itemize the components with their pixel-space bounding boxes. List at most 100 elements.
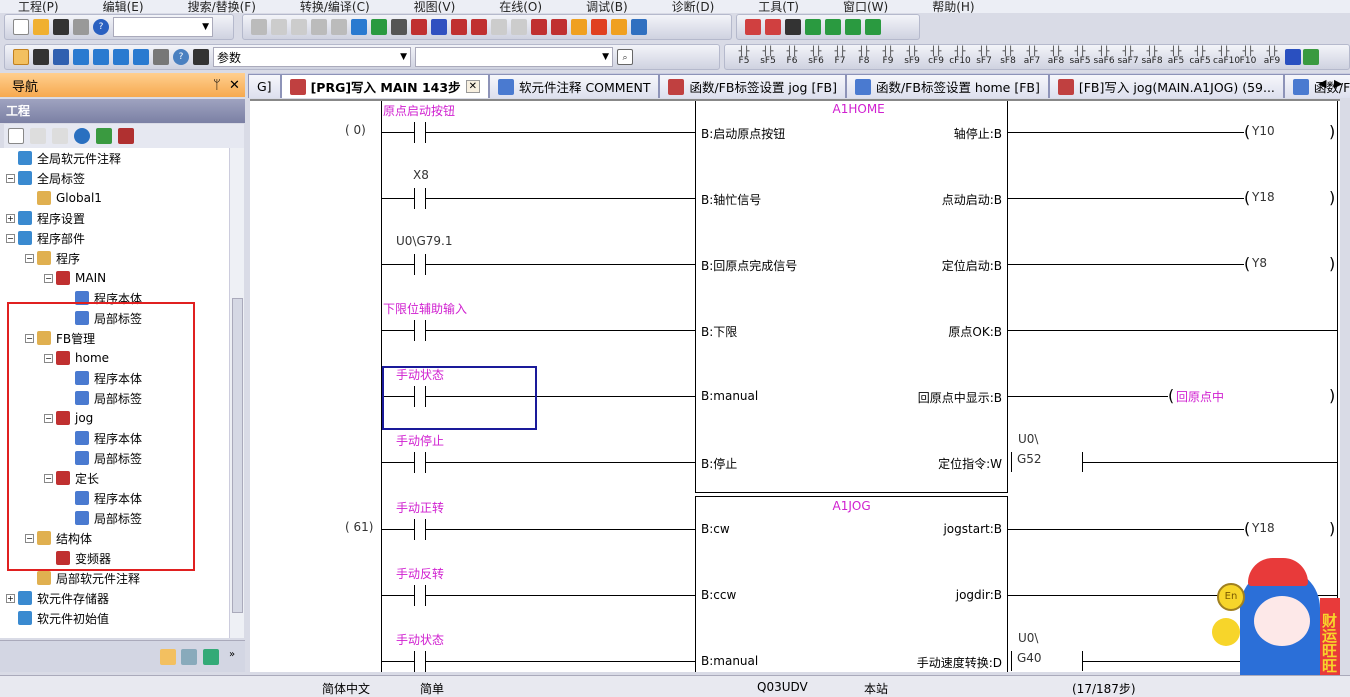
menu-item[interactable]: 转换/编译(C) bbox=[282, 1, 370, 13]
device-list-icon[interactable] bbox=[73, 49, 89, 65]
collapse-icon[interactable]: − bbox=[6, 173, 15, 183]
ladder-key-caf10[interactable]: ┤├ caF10 bbox=[1213, 48, 1240, 66]
tree-item[interactable]: + 程序设置 bbox=[6, 208, 85, 228]
edit-line-icon[interactable] bbox=[1303, 49, 1319, 65]
collapse-icon[interactable]: − bbox=[25, 253, 34, 263]
ladder-key-sf5[interactable]: ┤├ sF5 bbox=[757, 48, 779, 66]
scrollbar-thumb[interactable] bbox=[232, 298, 243, 613]
write-plc-icon[interactable] bbox=[431, 19, 447, 35]
find-icon[interactable] bbox=[471, 19, 487, 35]
tree-scrollbar[interactable] bbox=[229, 148, 244, 638]
timing-chart-icon[interactable] bbox=[785, 19, 801, 35]
menu-item[interactable]: 工具(T) bbox=[740, 1, 799, 13]
tree-item[interactable]: − 程序部件 bbox=[6, 228, 85, 248]
more-icon[interactable]: » bbox=[229, 649, 235, 660]
menu-item[interactable]: 编辑(E) bbox=[85, 1, 144, 13]
editor-tab[interactable]: 软元件注释 COMMENT bbox=[488, 74, 660, 98]
device-batch-icon[interactable] bbox=[531, 19, 547, 35]
tree-item[interactable]: − MAIN bbox=[44, 268, 106, 288]
tab-scroll-left-icon[interactable]: ◀ bbox=[1318, 77, 1326, 90]
device-table-icon[interactable] bbox=[113, 49, 129, 65]
redo-icon[interactable] bbox=[331, 19, 347, 35]
contact-no[interactable] bbox=[414, 122, 426, 143]
tab-close-icon[interactable]: ✕ bbox=[465, 80, 480, 93]
ladder-key-saf7[interactable]: ┤├ saF7 bbox=[1117, 48, 1139, 66]
help-search-icon[interactable]: ? bbox=[173, 49, 189, 65]
sort-icon[interactable] bbox=[118, 128, 134, 144]
ladder-key-af9[interactable]: ┤├ aF9 bbox=[1261, 48, 1283, 66]
ladder-key-f6[interactable]: ┤├ F6 bbox=[781, 48, 803, 66]
expand-icon[interactable]: + bbox=[6, 213, 15, 223]
tree-item[interactable]: 全局软元件注释 bbox=[6, 148, 121, 168]
navigation-toggle-icon[interactable] bbox=[13, 49, 29, 65]
open-folder-icon[interactable] bbox=[33, 19, 49, 35]
coil-device[interactable]: Y8 bbox=[1252, 256, 1267, 270]
contact-no[interactable] bbox=[414, 188, 426, 209]
menu-item[interactable]: 诊断(D) bbox=[654, 1, 715, 13]
pin-icon[interactable]: ᛘ bbox=[213, 78, 221, 93]
contact-no[interactable] bbox=[414, 651, 426, 672]
ladder-key-sf9[interactable]: ┤├ sF9 bbox=[901, 48, 923, 66]
ladder-key-af5[interactable]: ┤├ aF5 bbox=[1165, 48, 1187, 66]
menu-item[interactable]: 调试(B) bbox=[568, 1, 628, 13]
contact-coil-search-icon[interactable] bbox=[391, 19, 407, 35]
ladder-key-saf5[interactable]: ┤├ saF5 bbox=[1069, 48, 1091, 66]
ladder-key-f9[interactable]: ┤├ F9 bbox=[877, 48, 899, 66]
collapse-icon[interactable]: − bbox=[44, 273, 53, 283]
monitor-all-icon[interactable] bbox=[865, 19, 881, 35]
editor-tab[interactable]: 函数/FB标签设置 jog [FB] bbox=[659, 74, 846, 98]
paste-icon[interactable] bbox=[291, 19, 307, 35]
undo-icon[interactable] bbox=[311, 19, 327, 35]
editor-tab[interactable]: 函数/FB标签设置 home [FB] bbox=[845, 74, 1049, 98]
tree-item[interactable]: + 软元件存储器 bbox=[6, 588, 109, 608]
convert-online-icon[interactable] bbox=[611, 19, 627, 35]
ladder-key-f8[interactable]: ┤├ F8 bbox=[853, 48, 875, 66]
ladder-editor[interactable]: A1HOME ( 0) 原点启动按钮 B:启动原点按钮 轴停止:B () Y10 X8 B:轴忙… bbox=[250, 99, 1340, 672]
coil-device[interactable]: 回原点中 bbox=[1176, 388, 1224, 405]
toolbar-dropdown[interactable]: ▼ bbox=[113, 17, 213, 37]
contact-no[interactable] bbox=[414, 320, 426, 341]
add-new-data-icon[interactable] bbox=[8, 128, 24, 144]
monitor-start-icon[interactable] bbox=[805, 19, 821, 35]
ladder-key-af8[interactable]: ┤├ aF8 bbox=[1045, 48, 1067, 66]
menu-item[interactable]: 帮助(H) bbox=[914, 1, 974, 13]
contact-no[interactable] bbox=[414, 519, 426, 540]
convert-icon[interactable] bbox=[571, 19, 587, 35]
simulation-stop-icon[interactable] bbox=[765, 19, 781, 35]
device-edit-icon[interactable] bbox=[551, 19, 567, 35]
ladder-key-f10[interactable]: ┤├ F10 bbox=[1237, 48, 1259, 66]
read-plc-icon[interactable] bbox=[411, 19, 427, 35]
refresh-icon[interactable] bbox=[96, 128, 112, 144]
ladder-key-f7[interactable]: ┤├ F7 bbox=[829, 48, 851, 66]
help-icon[interactable]: ? bbox=[93, 19, 109, 35]
verify-icon[interactable] bbox=[451, 19, 467, 35]
property-icon[interactable] bbox=[74, 128, 90, 144]
ladder-key-cf9[interactable]: ┤├ cF9 bbox=[925, 48, 947, 66]
binoculars-icon[interactable] bbox=[193, 49, 209, 65]
tab-scroll-right-icon[interactable]: ▶ bbox=[1334, 77, 1342, 90]
contact-no[interactable] bbox=[414, 452, 426, 473]
tree-item[interactable]: − 程序 bbox=[25, 248, 80, 268]
ladder-key-sf6[interactable]: ┤├ sF6 bbox=[805, 48, 827, 66]
search-page-icon[interactable]: ⌕ bbox=[617, 49, 633, 65]
device-watch-icon[interactable] bbox=[133, 49, 149, 65]
ladder-key-sf8[interactable]: ┤├ sF8 bbox=[997, 48, 1019, 66]
tree-item[interactable]: 局部软元件注释 bbox=[25, 568, 140, 588]
close-icon[interactable]: ✕ bbox=[229, 78, 240, 93]
device-search-icon[interactable] bbox=[351, 19, 367, 35]
menu-item[interactable]: 在线(O) bbox=[481, 1, 542, 13]
tree-item[interactable]: 软元件初始值 bbox=[6, 608, 109, 628]
output-window-icon[interactable] bbox=[53, 49, 69, 65]
monitor-icon[interactable] bbox=[631, 19, 647, 35]
tree-item[interactable]: − 全局标签 bbox=[6, 168, 85, 188]
coil-device[interactable]: Y10 bbox=[1252, 124, 1275, 138]
copy-icon[interactable] bbox=[271, 19, 287, 35]
connection-destination-icon[interactable] bbox=[203, 649, 219, 665]
menu-item[interactable]: 视图(V) bbox=[396, 1, 456, 13]
monitor-stop-icon[interactable] bbox=[825, 19, 841, 35]
collapse-icon[interactable]: − bbox=[6, 233, 15, 243]
editor-tab[interactable]: [PRG]写入 MAIN 143步 ✕ bbox=[280, 74, 489, 98]
contact-no[interactable] bbox=[414, 585, 426, 606]
editor-tab[interactable]: G] bbox=[248, 74, 281, 98]
mascot-en-badge[interactable]: En bbox=[1217, 583, 1245, 611]
